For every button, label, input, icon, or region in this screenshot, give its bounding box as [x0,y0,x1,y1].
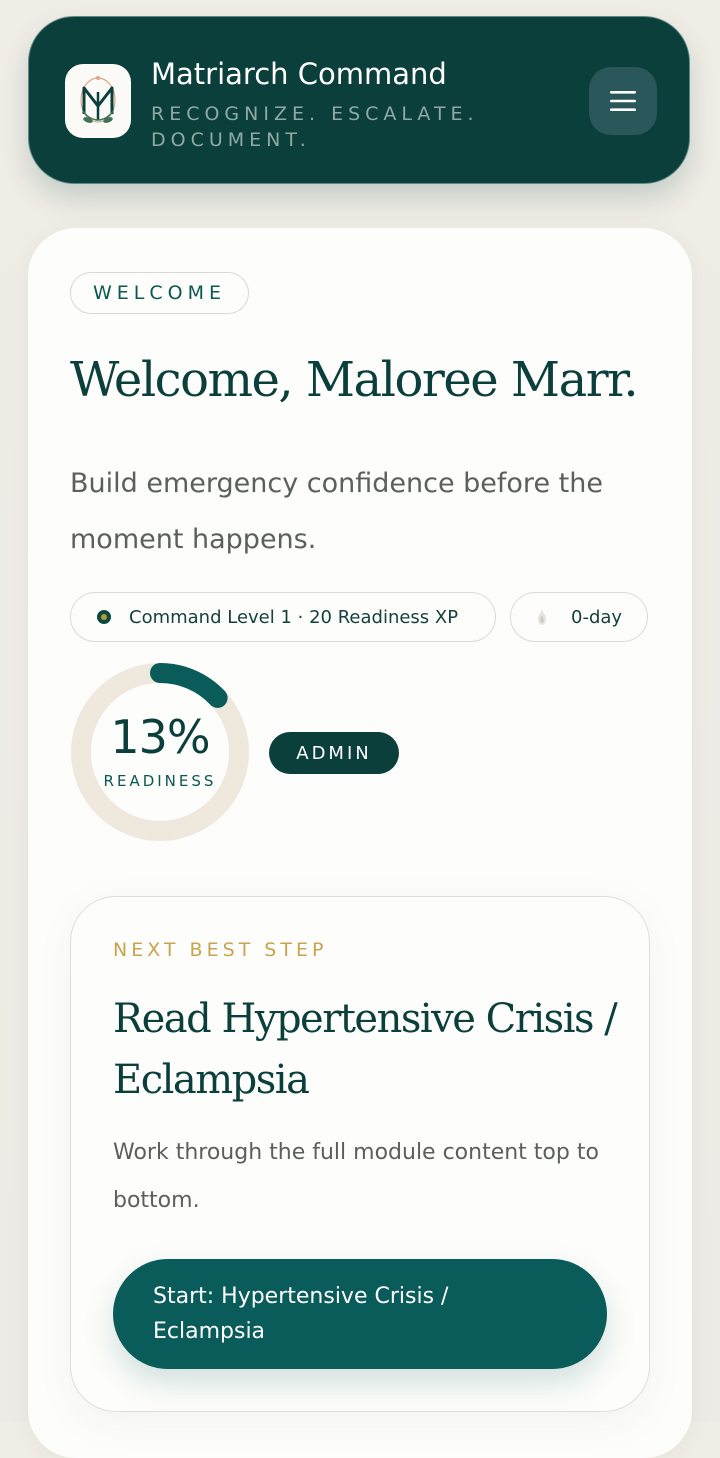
welcome-subtitle: Build emergency confidence before the mo… [70,468,603,555]
command-level-chip: Command Level 1 · 20 Readiness XP [70,592,496,642]
brand-logo[interactable]: M [65,64,131,138]
command-level-text: Command Level 1 · 20 Readiness XP [129,606,459,628]
hamburger-menu-icon [610,91,636,111]
brand-title: Matriarch Command [151,57,447,91]
flame-icon [538,609,546,625]
start-module-button[interactable]: Start: Hypertensive Crisis / Eclampsia [113,1259,607,1369]
readiness-value: 13% [110,710,210,764]
menu-button[interactable] [589,67,657,135]
level-badge-icon [97,610,111,624]
next-step-title: Read Hypertensive Crisis / Eclampsia [113,996,618,1103]
next-step-card: NEXT BEST STEP Read Hypertensive Crisis … [70,896,650,1412]
welcome-heading: Welcome, Maloree Marr. [70,352,639,408]
streak-text: 0-day [571,606,623,628]
app-header: M Matriarch Command RECOGNIZE. ESCALATE.… [28,16,690,184]
next-step-description: Work through the full module content top… [113,1140,599,1213]
matriarch-logo-icon: M [80,76,116,123]
streak-chip: 0-day [510,592,648,642]
welcome-card: WELCOME Welcome, Maloree Marr. Build eme… [28,228,692,1458]
brand-tagline: RECOGNIZE. ESCALATE. DOCUMENT. [151,103,479,151]
role-badge: ADMIN [269,732,399,774]
welcome-eyebrow: WELCOME [70,272,249,314]
next-step-eyebrow: NEXT BEST STEP [113,939,328,961]
readiness-ring: 13% READINESS [70,662,250,842]
readiness-label: READINESS [103,772,217,790]
